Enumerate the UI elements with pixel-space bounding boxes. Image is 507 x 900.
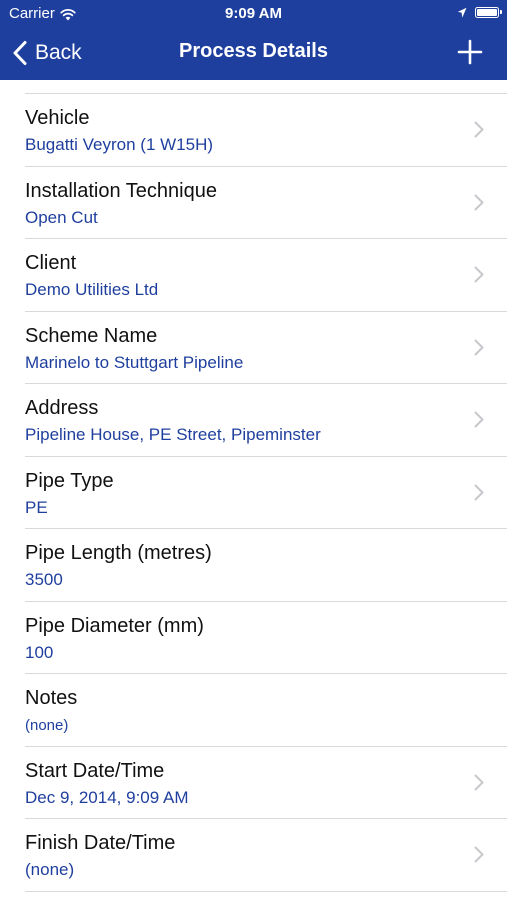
back-button[interactable]: Back [12, 38, 82, 68]
chevron-right-icon [474, 194, 484, 210]
row-label: Pipe Length (metres) [25, 542, 212, 564]
chevron-right-icon [474, 484, 484, 500]
location-arrow-icon [457, 6, 467, 18]
row-value: Pipeline House, PE Street, Pipeminster [25, 425, 321, 444]
row-value: PE [25, 497, 48, 517]
row-value: Bugatti Veyron (1 W15H) [25, 135, 214, 154]
row-value: (none) [25, 717, 69, 734]
header: Carrier 9:09 AM Back Process Details [0, 0, 507, 80]
status-right [457, 6, 502, 18]
row-value: Demo Utilities Ltd [25, 280, 159, 299]
detail-row-client[interactable]: Client Demo Utilities Ltd [25, 239, 507, 312]
chevron-right-icon [474, 266, 484, 283]
row-label: Installation Technique [25, 179, 217, 202]
detail-row-pipe-type[interactable]: Pipe Type PE [25, 457, 507, 529]
plus-icon [457, 39, 483, 65]
row-label: Address [25, 397, 99, 419]
status-time: 9:09 AM [225, 5, 282, 22]
chevron-right-icon [474, 774, 484, 790]
screen: Carrier 9:09 AM Back Process Details Veh… [0, 0, 507, 900]
chevron-right-icon [474, 339, 484, 355]
detail-row-pipe-diameter-mm: Pipe Diameter (mm) 100 [25, 602, 507, 674]
chevron-left-icon [12, 40, 28, 66]
detail-row-start-date-time[interactable]: Start Date/Time Dec 9, 2014, 9:09 AM [25, 747, 507, 819]
row-label: Client [25, 252, 77, 274]
row-value: 3500 [25, 570, 63, 589]
detail-row-address[interactable]: Address Pipeline House, PE Street, Pipem… [25, 384, 507, 457]
back-label: Back [35, 41, 82, 64]
detail-row-finish-date-time[interactable]: Finish Date/Time (none) [25, 819, 507, 892]
detail-row-vehicle[interactable]: Vehicle Bugatti Veyron (1 W15H) [25, 94, 507, 167]
row-label: Start Date/Time [25, 759, 165, 782]
detail-list: Vehicle Bugatti Veyron (1 W15H) Installa… [0, 94, 507, 892]
page-title: Process Details [179, 40, 328, 62]
row-label: Pipe Type [25, 469, 114, 492]
row-label: Finish Date/Time [25, 832, 176, 854]
chevron-right-icon [474, 411, 484, 428]
detail-row-notes: Notes (none) [25, 674, 507, 747]
row-label: Notes [25, 687, 78, 709]
row-label: Vehicle [25, 107, 90, 129]
navigation-bar: Back Process Details [0, 28, 507, 80]
add-button[interactable] [457, 39, 483, 65]
detail-row-pipe-length-metres: Pipe Length (metres) 3500 [25, 529, 507, 602]
battery-icon [475, 6, 502, 18]
row-value: 100 [25, 642, 54, 662]
chevron-right-icon [474, 846, 484, 863]
row-label: Pipe Diameter (mm) [25, 614, 204, 637]
details-table: Vehicle Bugatti Veyron (1 W15H) Installa… [0, 80, 507, 900]
chevron-right-icon [474, 121, 484, 138]
status-bar: Carrier 9:09 AM [0, 0, 507, 28]
row-value: Dec 9, 2014, 9:09 AM [25, 787, 189, 807]
row-value: Marinelo to Stuttgart Pipeline [25, 352, 244, 372]
row-value: (none) [25, 860, 75, 879]
row-value: Open Cut [25, 207, 98, 227]
detail-row-installation-technique[interactable]: Installation Technique Open Cut [25, 167, 507, 239]
detail-row-scheme-name[interactable]: Scheme Name Marinelo to Stuttgart Pipeli… [25, 312, 507, 384]
row-label: Scheme Name [25, 324, 158, 347]
